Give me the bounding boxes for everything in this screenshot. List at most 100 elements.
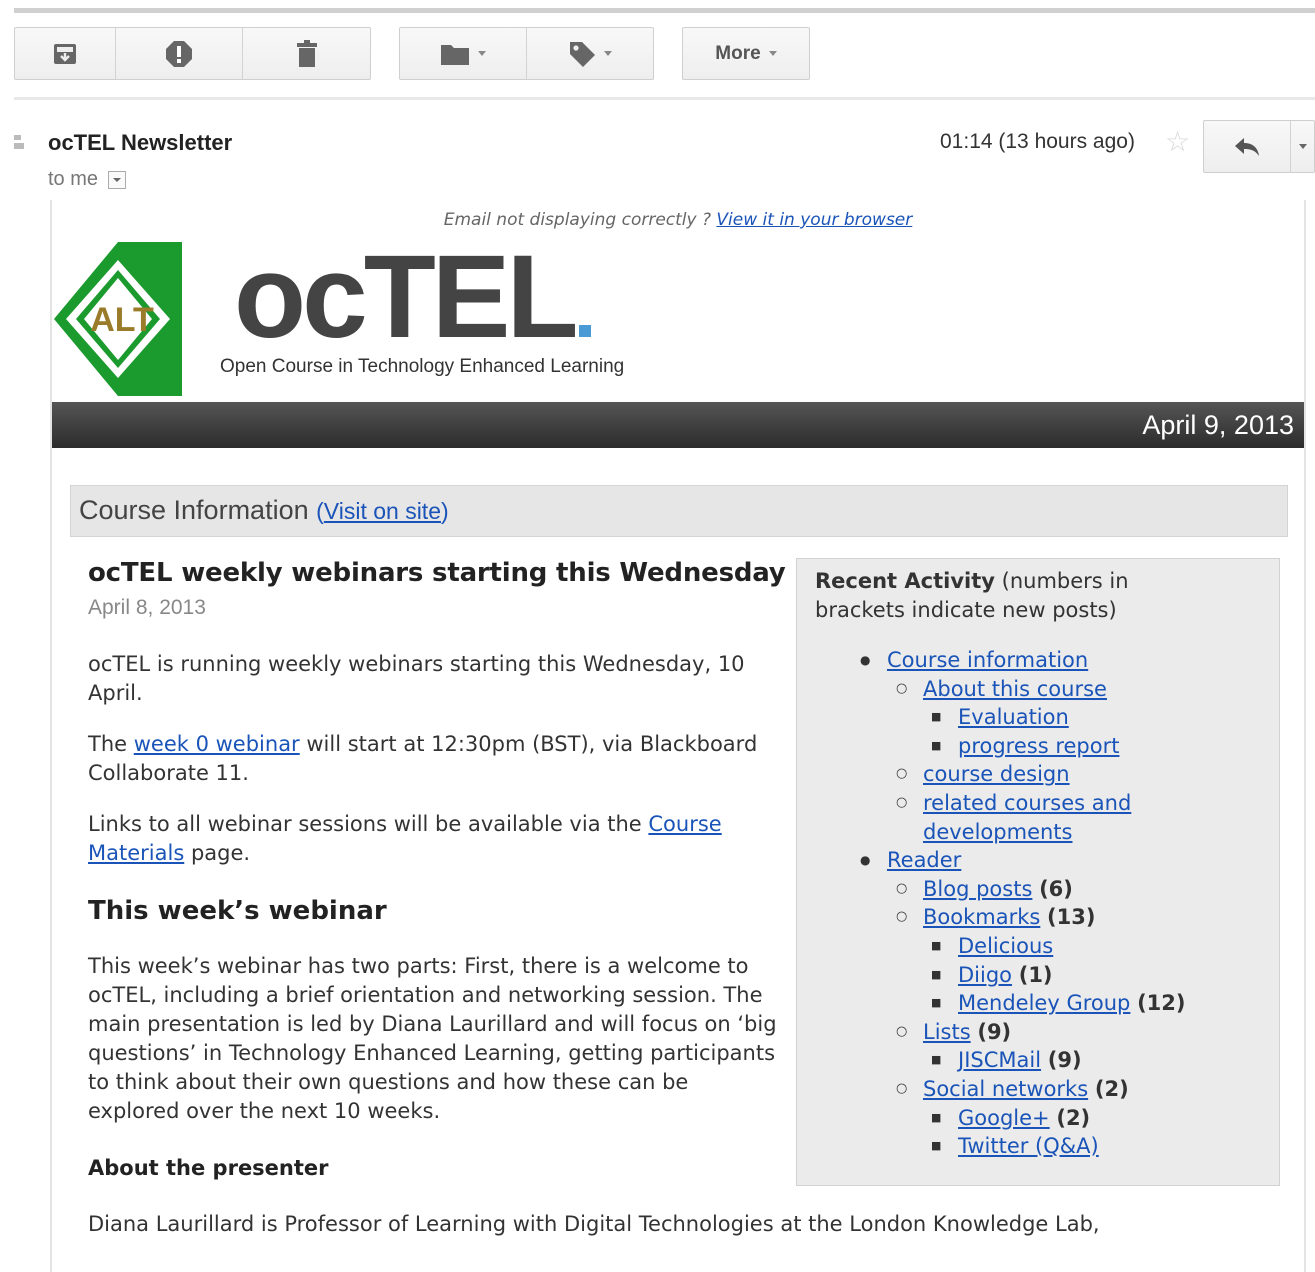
more-actions-button[interactable] — [1291, 121, 1314, 172]
activity-entry: Twitter (Q&A) — [958, 1132, 1099, 1161]
archive-button[interactable] — [15, 28, 116, 79]
activity-item: developments — [797, 818, 1279, 847]
activity-item: ● Reader — [797, 846, 1279, 875]
delete-button[interactable] — [243, 28, 370, 79]
activity-item: ○ Bookmarks (13) — [797, 903, 1279, 932]
activity-link[interactable]: related courses and — [923, 791, 1131, 815]
chevron-down-icon — [768, 51, 777, 56]
section-link-paren: ( — [316, 498, 324, 524]
activity-link[interactable]: JISCMail — [958, 1048, 1041, 1072]
recent-activity-title: Recent Activity (numbers in brackets ind… — [815, 567, 1195, 625]
activity-entry: Mendeley Group (12) — [958, 989, 1186, 1018]
star-icon[interactable]: ☆ — [1165, 125, 1190, 158]
article-paragraph: The week 0 webinar will start at 12:30pm… — [88, 730, 798, 788]
recipient-line: to me — [48, 168, 127, 191]
bullet-icon: ■ — [931, 938, 942, 952]
view-in-browser-link[interactable]: View it in your browser — [716, 210, 912, 230]
paragraph-text: The — [88, 732, 134, 756]
bullet-icon: ■ — [931, 967, 942, 981]
activity-link[interactable]: Google+ — [958, 1106, 1050, 1130]
bullet-icon: ■ — [931, 1053, 942, 1067]
bullet-icon: ○ — [896, 766, 908, 782]
recipient-label: to me — [48, 168, 99, 190]
activity-item: ■ Delicious — [797, 932, 1279, 961]
bullet-icon: ○ — [896, 1080, 908, 1096]
brand-text: ocTEL — [234, 231, 579, 363]
bullet-icon: ■ — [931, 996, 942, 1010]
new-post-count: (9) — [1047, 1048, 1082, 1073]
labels-icon — [570, 41, 595, 67]
sender-name[interactable]: ocTEL Newsletter — [48, 130, 232, 156]
article-paragraph: This week’s webinar has two parts: First… — [88, 954, 777, 1123]
activity-link[interactable]: Lists — [923, 1020, 971, 1044]
bullet-icon: ○ — [896, 680, 908, 696]
contact-icon — [14, 135, 24, 149]
recent-activity-panel: Recent Activity (numbers in brackets ind… — [796, 558, 1280, 1186]
activity-entry: JISCMail (9) — [958, 1046, 1082, 1075]
activity-item: ■ progress report — [797, 732, 1279, 761]
move-to-folder-icon — [441, 44, 469, 65]
alt-logo: ALT — [54, 242, 182, 396]
bullet-icon: ■ — [931, 738, 942, 752]
activity-link[interactable]: About this course — [923, 677, 1107, 701]
article-title: ocTEL weekly webinars starting this Wedn… — [88, 558, 786, 588]
more-button-group: More — [682, 27, 810, 80]
activity-link[interactable]: Mendeley Group — [958, 991, 1130, 1015]
new-post-count: (2) — [1094, 1076, 1129, 1101]
bullet-icon: ■ — [931, 1110, 942, 1124]
reply-button[interactable] — [1204, 121, 1291, 172]
section-link-paren: ) — [441, 498, 449, 524]
activity-link[interactable]: Course information — [887, 648, 1088, 672]
activity-link[interactable]: Diigo — [958, 963, 1012, 987]
activity-link[interactable]: Twitter (Q&A) — [958, 1134, 1099, 1158]
activity-entry: About this course — [923, 675, 1107, 704]
activity-link[interactable]: Delicious — [958, 934, 1053, 958]
labels-button[interactable] — [527, 28, 653, 79]
recent-activity-list: ● Course information ○ About this course ■ Ev… — [797, 646, 1279, 1161]
activity-entry: Delicious — [958, 932, 1053, 961]
activity-entry: developments — [923, 818, 1072, 847]
visit-on-site-link[interactable]: Visit on site — [324, 498, 441, 524]
activity-item: ■ JISCMail (9) — [797, 1046, 1279, 1075]
bullet-icon: ○ — [896, 1023, 908, 1039]
section-header: Course Information (Visit on site) — [70, 485, 1288, 537]
activity-link[interactable]: course design — [923, 762, 1070, 786]
week-0-webinar-link[interactable]: week 0 webinar — [134, 732, 300, 756]
new-post-count: (9) — [977, 1019, 1012, 1044]
activity-link[interactable]: Bookmarks — [923, 905, 1040, 929]
message-timestamp: 01:14 (13 hours ago) — [940, 130, 1135, 153]
paragraph-text: Links to all webinar sessions will be av… — [88, 812, 649, 836]
more-button[interactable]: More — [683, 28, 809, 79]
article-paragraph: Diana Laurillard is Professor of Learnin… — [88, 1212, 1100, 1236]
top-divider — [14, 8, 1315, 13]
reply-button-group — [1203, 120, 1315, 173]
activity-link[interactable]: Social networks — [923, 1077, 1088, 1101]
organize-button-group — [399, 27, 654, 80]
bullet-icon: ■ — [931, 1139, 942, 1153]
archive-icon — [54, 43, 76, 64]
activity-item: ■ Google+ (2) — [797, 1104, 1279, 1133]
activity-link[interactable]: progress report — [958, 734, 1119, 758]
activity-link[interactable]: Blog posts — [923, 877, 1032, 901]
activity-item: ○ course design — [797, 760, 1279, 789]
new-post-count: (1) — [1018, 962, 1053, 987]
activity-link[interactable]: developments — [923, 820, 1072, 844]
activity-entry: Bookmarks (13) — [923, 903, 1095, 932]
activity-item: ■ Twitter (Q&A) — [797, 1132, 1279, 1161]
activity-link[interactable]: Reader — [887, 848, 961, 872]
activity-item: ● Course information — [797, 646, 1279, 675]
message-toolbar: More — [14, 27, 1315, 80]
chevron-down-icon — [604, 51, 612, 56]
issue-date: April 9, 2013 — [1142, 410, 1294, 440]
article-paragraph: ocTEL is running weekly webinars startin… — [88, 652, 745, 705]
bullet-icon: ○ — [896, 880, 908, 896]
show-details-dropdown[interactable] — [108, 170, 127, 189]
report-spam-button[interactable] — [116, 28, 243, 79]
activity-link[interactable]: Evaluation — [958, 705, 1069, 729]
reply-icon — [1235, 137, 1259, 156]
move-to-button[interactable] — [400, 28, 527, 79]
brand-dot-icon — [578, 325, 591, 337]
brand-tagline: Open Course in Technology Enhanced Learn… — [220, 356, 625, 377]
bullet-icon: ■ — [931, 710, 942, 724]
new-post-count: (12) — [1137, 991, 1186, 1016]
